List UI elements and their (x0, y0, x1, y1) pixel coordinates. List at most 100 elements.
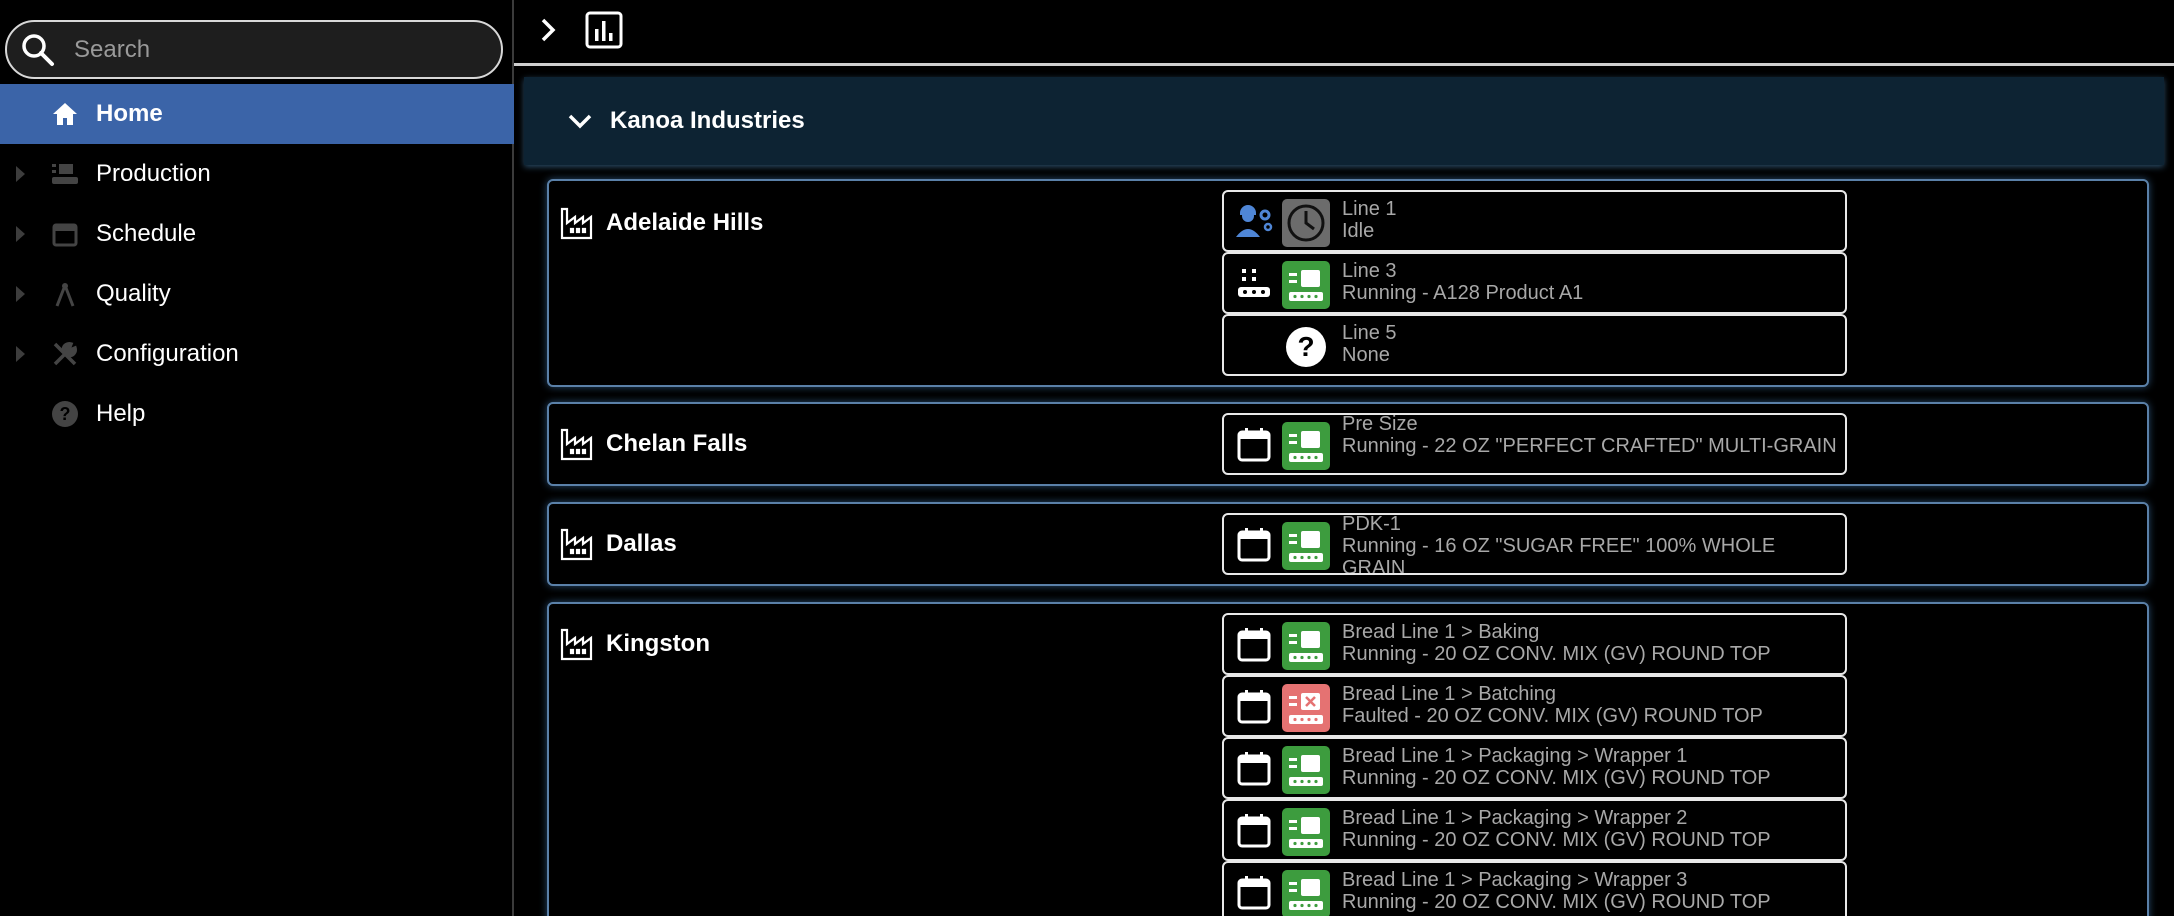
running-machine-icon (1282, 746, 1330, 794)
top-bar (514, 0, 2174, 66)
site-header[interactable]: Dallas (559, 526, 677, 562)
sidebar-item-label: Home (96, 100, 163, 127)
line-info: Bread Line 1 > Packaging > Wrapper 1 Run… (1342, 745, 1842, 789)
search-input[interactable] (74, 35, 474, 64)
line-name: Bread Line 1 > Packaging > Wrapper 1 (1342, 745, 1688, 767)
sidebar-item-quality[interactable]: Quality (0, 264, 514, 324)
expand-sidebar-button[interactable] (528, 10, 568, 50)
line-card[interactable]: Pre Size Running - 22 OZ "PERFECT CRAFTE… (1222, 413, 1847, 475)
line-status: Running - 20 OZ CONV. MIX (GV) ROUND TOP (1342, 891, 1771, 913)
factory-icon (560, 528, 593, 561)
sidebar-item-label: Schedule (96, 220, 197, 247)
calendar-icon (50, 219, 80, 249)
sidebar-item-production[interactable]: Production (0, 144, 514, 204)
unknown-status-icon: ? (1282, 323, 1330, 371)
line-card[interactable]: Line 3 Running - A128 Product A1 (1222, 252, 1847, 314)
line-status: Running - 20 OZ CONV. MIX (GV) ROUND TOP (1342, 767, 1771, 789)
line-name: Line 5 (1342, 322, 1397, 344)
search-box[interactable] (5, 20, 503, 79)
line-name: Bread Line 1 > Packaging > Wrapper 3 (1342, 869, 1688, 891)
sidebar-item-configuration[interactable]: Configuration (0, 324, 514, 384)
sidebar-item-label: Configuration (96, 340, 239, 367)
chevron-right-icon (541, 18, 556, 42)
line-card[interactable]: Bread Line 1 > Baking Running - 20 OZ CO… (1222, 613, 1847, 675)
expand-caret-icon[interactable] (16, 346, 25, 362)
expand-caret-icon[interactable] (16, 286, 25, 302)
site-header[interactable]: Adelaide Hills (559, 205, 763, 241)
line-info: Bread Line 1 > Baking Running - 20 OZ CO… (1342, 621, 1842, 665)
faulted-machine-icon (1282, 684, 1330, 732)
idle-clock-icon (1282, 199, 1330, 247)
compass-icon (50, 279, 80, 309)
running-machine-icon (1282, 422, 1330, 470)
expand-caret-icon[interactable] (16, 166, 25, 182)
nav-menu: Home Production Schedule Quality Configu… (0, 84, 514, 444)
line-status: Running - 22 OZ "PERFECT CRAFTED" MULTI-… (1342, 435, 1837, 457)
running-machine-icon (1282, 622, 1330, 670)
expand-caret-icon[interactable] (16, 226, 25, 242)
line-status: Running - 16 OZ "SUGAR FREE" 100% WHOLE … (1342, 535, 1776, 575)
line-name: Bread Line 1 > Batching (1342, 683, 1557, 705)
line-info: Line 1 Idle (1342, 198, 1842, 242)
line-info: Bread Line 1 > Packaging > Wrapper 2 Run… (1342, 807, 1842, 851)
site-card: Adelaide Hills Line 1 Idle Line 3 Runnin… (547, 179, 2149, 387)
factory-icon (560, 428, 593, 461)
sidebar-item-schedule[interactable]: Schedule (0, 204, 514, 264)
site-card: Chelan Falls Pre Size Running - 22 OZ "P… (547, 402, 2149, 486)
calendar-icon (1232, 623, 1276, 667)
dashboard-button[interactable] (584, 10, 624, 50)
help-icon: ? (50, 399, 80, 429)
line-card[interactable]: Bread Line 1 > Packaging > Wrapper 3 Run… (1222, 861, 1847, 916)
line-card[interactable]: PDK-1 Running - 16 OZ "SUGAR FREE" 100% … (1222, 513, 1847, 575)
svg-text:?: ? (1297, 331, 1314, 362)
line-info: Bread Line 1 > Batching Faulted - 20 OZ … (1342, 683, 1842, 727)
sidebar-item-help[interactable]: ? Help (0, 384, 514, 444)
factory-icon (560, 207, 593, 240)
line-name: Bread Line 1 > Baking (1342, 621, 1540, 643)
calendar-icon (1232, 423, 1276, 467)
production-icon (50, 159, 80, 189)
line-status: None (1342, 344, 1390, 366)
line-name: Bread Line 1 > Packaging > Wrapper 2 (1342, 807, 1688, 829)
sidebar-item-home[interactable]: Home (0, 84, 514, 144)
running-machine-icon (1282, 808, 1330, 856)
conveyor-icon (1232, 262, 1276, 306)
line-name: Line 3 (1342, 260, 1397, 282)
site-card: Dallas PDK-1 Running - 16 OZ "SUGAR FREE… (547, 502, 2149, 586)
line-status: Faulted - 20 OZ CONV. MIX (GV) ROUND TOP (1342, 705, 1763, 727)
site-header[interactable]: Kingston (559, 626, 710, 662)
calendar-icon (1232, 523, 1276, 567)
line-info: Bread Line 1 > Packaging > Wrapper 3 Run… (1342, 869, 1842, 913)
running-machine-icon (1282, 522, 1330, 570)
line-name: Pre Size (1342, 413, 1418, 435)
site-card: Kingston Bread Line 1 > Baking Running -… (547, 602, 2149, 916)
svg-text:?: ? (60, 404, 71, 424)
chevron-down-icon[interactable] (566, 107, 594, 135)
line-status: Running - A128 Product A1 (1342, 282, 1584, 304)
site-name: Chelan Falls (606, 430, 748, 457)
line-name: PDK-1 (1342, 513, 1401, 535)
sidebar-item-label: Help (96, 400, 146, 427)
sidebar: Home Production Schedule Qua (0, 0, 514, 916)
line-card[interactable]: Bread Line 1 > Batching Faulted - 20 OZ … (1222, 675, 1847, 737)
line-card[interactable]: Bread Line 1 > Packaging > Wrapper 1 Run… (1222, 737, 1847, 799)
calendar-icon (1232, 809, 1276, 853)
line-card[interactable]: ? Line 5 None (1222, 314, 1847, 376)
org-title: Kanoa Industries (610, 107, 805, 134)
site-header[interactable]: Chelan Falls (559, 426, 747, 462)
line-status: Running - 20 OZ CONV. MIX (GV) ROUND TOP (1342, 829, 1771, 851)
line-card[interactable]: Bread Line 1 > Packaging > Wrapper 2 Run… (1222, 799, 1847, 861)
sidebar-item-label: Production (96, 160, 211, 187)
line-name: Line 1 (1342, 198, 1397, 220)
running-machine-icon (1282, 870, 1330, 916)
running-machine-icon (1282, 261, 1330, 309)
calendar-icon (1232, 747, 1276, 791)
calendar-icon (1232, 871, 1276, 915)
line-card[interactable]: Line 1 Idle (1222, 190, 1847, 252)
factory-icon (560, 628, 593, 661)
line-info: Pre Size Running - 22 OZ "PERFECT CRAFTE… (1342, 413, 1842, 457)
calendar-icon (1232, 685, 1276, 729)
line-status: Running - 20 OZ CONV. MIX (GV) ROUND TOP (1342, 643, 1771, 665)
line-info: Line 5 None (1342, 322, 1842, 366)
org-header[interactable]: Kanoa Industries (524, 77, 2164, 165)
